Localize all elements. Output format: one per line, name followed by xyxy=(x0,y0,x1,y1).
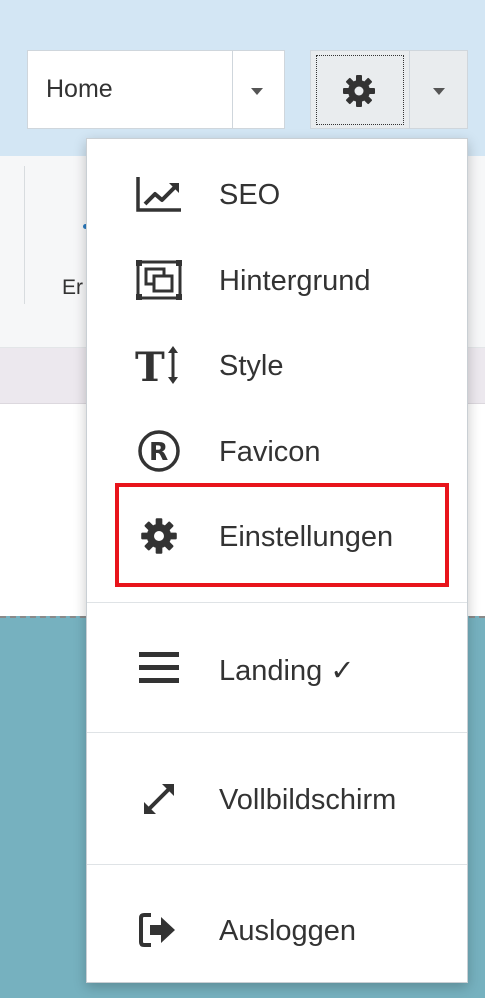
bars-icon xyxy=(135,645,183,691)
menu-item-label: Hintergrund xyxy=(219,265,371,297)
background-frame-icon xyxy=(135,257,183,303)
svg-text:T: T xyxy=(135,344,165,387)
text-height-icon: T xyxy=(135,342,183,388)
settings-dropdown-toggle[interactable] xyxy=(410,50,468,129)
chevron-down-icon xyxy=(433,88,445,95)
settings-dropdown-menu: SEO Hintergrund T Style R Favicon Einste… xyxy=(86,138,468,983)
page-select-divider xyxy=(232,51,233,128)
menu-item-ausloggen[interactable]: Ausloggen xyxy=(87,895,467,965)
top-toolbar: Home xyxy=(0,0,485,156)
registered-icon: R xyxy=(135,428,183,474)
menu-item-label: Favicon xyxy=(219,436,321,468)
menu-item-landing[interactable]: Landing ✓ xyxy=(87,633,467,703)
page-select-value: Home xyxy=(46,75,113,103)
highlight-box xyxy=(115,483,449,587)
page-select[interactable]: Home xyxy=(27,50,285,129)
menu-item-label: Vollbildschirm xyxy=(219,784,397,816)
menu-item-style[interactable]: T Style xyxy=(87,330,467,400)
menu-divider xyxy=(87,864,467,865)
expand-arrows-icon xyxy=(135,776,183,822)
menu-item-favicon[interactable]: R Favicon xyxy=(87,416,467,486)
menu-item-vollbildschirm[interactable]: Vollbildschirm xyxy=(87,764,467,834)
menu-item-label: Style xyxy=(219,350,284,382)
gear-icon xyxy=(343,75,375,107)
svg-text:R: R xyxy=(149,437,168,466)
settings-button[interactable] xyxy=(310,50,410,129)
chevron-down-icon[interactable] xyxy=(251,88,263,95)
menu-divider xyxy=(87,602,467,603)
ribbon-button-label[interactable]: Er xyxy=(62,276,83,300)
chart-line-icon xyxy=(135,171,183,217)
sign-out-icon xyxy=(135,907,183,953)
menu-divider xyxy=(87,732,467,733)
menu-item-hintergrund[interactable]: Hintergrund xyxy=(87,245,467,315)
ribbon-separator xyxy=(24,166,25,304)
menu-item-seo[interactable]: SEO xyxy=(87,159,467,229)
menu-item-label: Landing ✓ xyxy=(219,655,355,687)
menu-item-label: SEO xyxy=(219,179,281,211)
menu-item-label: Ausloggen xyxy=(219,915,357,947)
